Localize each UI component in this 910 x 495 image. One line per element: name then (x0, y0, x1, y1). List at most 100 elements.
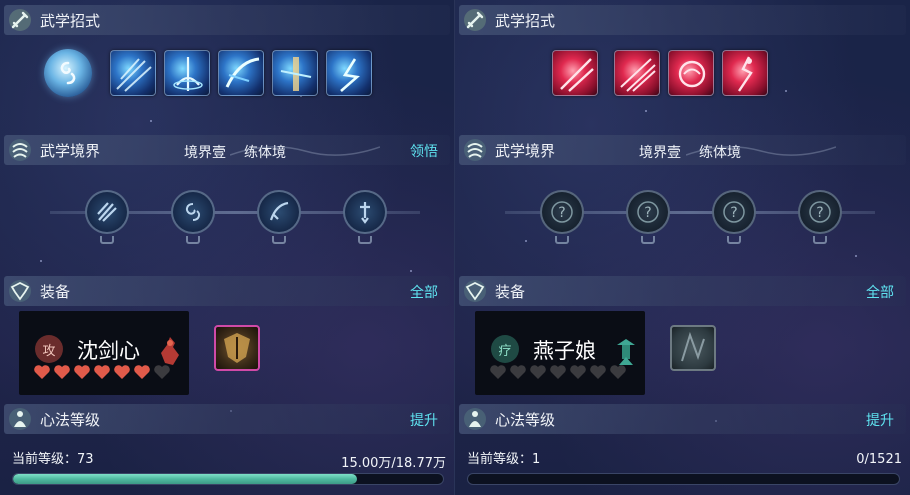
skill-1-icon[interactable] (110, 50, 156, 96)
heart-icon (54, 365, 70, 379)
heart-icon (74, 365, 90, 379)
empty-item-slot[interactable] (670, 325, 716, 371)
svg-text:?: ? (816, 205, 823, 221)
skill-4-icon[interactable] (722, 50, 768, 96)
skills-section-header: 武学招式 (4, 5, 450, 35)
method-section-header: 心法等级 提升 (459, 404, 906, 434)
level-progress-text: 15.00万/18.77万 (341, 456, 446, 471)
skill-2-icon[interactable] (164, 50, 210, 96)
comprehend-button[interactable]: 领悟 (410, 141, 438, 161)
heart-empty-icon (490, 365, 506, 379)
current-level: 当前等级：1 (467, 452, 541, 467)
blade-icon (269, 201, 289, 221)
medal-icon[interactable] (44, 49, 92, 97)
realm-section-header: 武学境界 境界壹 练体境 (459, 135, 906, 165)
current-level: 当前等级：73 (12, 452, 94, 467)
svg-text:?: ? (730, 205, 737, 221)
skills-section-header: 武学招式 (459, 5, 906, 35)
swirl-icon (185, 203, 201, 221)
equipped-item-slot[interactable] (214, 325, 260, 371)
heart-empty-icon (154, 365, 170, 379)
skill-4-icon[interactable] (272, 50, 318, 96)
skill-list (552, 50, 768, 96)
healer-figure-icon (617, 339, 635, 365)
armor-icon (461, 277, 489, 305)
equip-section-header: 装备 全部 (459, 276, 906, 306)
realm-node-2[interactable] (171, 190, 215, 234)
right-character-panel: 武学招式 武学境界 境界壹 练体境 ? ? ? ? 装备 全部 疗 燕子娘 心法… (455, 0, 910, 495)
realm-node-1[interactable]: ? (540, 190, 584, 234)
armor-icon (6, 277, 34, 305)
equip-title: 装备 (40, 282, 71, 301)
realm-node-1[interactable] (85, 190, 129, 234)
character-name: 燕子娘 (533, 339, 596, 363)
heart-empty-icon (610, 365, 626, 379)
heart-empty-icon (510, 365, 526, 379)
sword-icon (461, 6, 489, 34)
heart-rating (33, 364, 171, 380)
cloud-swirl-icon (461, 136, 489, 164)
method-title: 心法等级 (40, 410, 101, 429)
realm-node-2[interactable]: ? (626, 190, 670, 234)
heal-badge: 疗 (491, 335, 519, 363)
realm-node-3[interactable] (257, 190, 301, 234)
heart-empty-icon (550, 365, 566, 379)
upgrade-button[interactable]: 提升 (410, 410, 438, 430)
realm-title: 武学境界 (495, 141, 556, 160)
question-swirl-icon: ? (723, 201, 745, 223)
cloud-swirl-icon (6, 136, 34, 164)
skills-title: 武学招式 (40, 11, 101, 30)
heart-icon (114, 365, 130, 379)
attack-badge: 攻 (35, 335, 63, 363)
realm-node-track: ? ? ? ? (505, 190, 875, 250)
svg-text:?: ? (644, 205, 651, 221)
realm-node-track (50, 190, 420, 250)
claw-icon (97, 202, 117, 222)
equip-all-button[interactable]: 全部 (866, 282, 894, 302)
cloud-ornament-icon (686, 146, 836, 156)
equip-title: 装备 (495, 282, 526, 301)
realm-node-4[interactable] (343, 190, 387, 234)
heart-empty-icon (570, 365, 586, 379)
level-progress-bar (467, 473, 900, 485)
fabric-item-icon (681, 331, 705, 362)
realm-node-3[interactable]: ? (712, 190, 756, 234)
character-card[interactable]: 攻 沈剑心 (19, 311, 189, 395)
skill-2-icon[interactable] (614, 50, 660, 96)
skill-5-icon[interactable] (326, 50, 372, 96)
level-progress-text: 0/1521 (856, 452, 902, 467)
realm-level: 境界壹 (184, 145, 226, 161)
question-swirl-icon: ? (809, 201, 831, 223)
skill-3-icon[interactable] (668, 50, 714, 96)
heart-icon (94, 365, 110, 379)
realm-node-4[interactable]: ? (798, 190, 842, 234)
skill-3-icon[interactable] (218, 50, 264, 96)
sword-icon (6, 6, 34, 34)
method-section-header: 心法等级 提升 (4, 404, 450, 434)
heart-rating (489, 364, 627, 380)
heart-icon (34, 365, 50, 379)
monk-icon (6, 405, 34, 433)
method-title: 心法等级 (495, 410, 556, 429)
realm-level: 境界壹 (639, 145, 681, 161)
realm-title: 武学境界 (40, 141, 101, 160)
dagger-icon (360, 202, 370, 224)
cloud-ornament-icon (230, 146, 380, 156)
left-character-panel: 武学招式 武学境界 境界壹 练体境 领悟 装备 全部 攻 沈剑心 心法等级 提升… (0, 0, 455, 495)
heart-empty-icon (590, 365, 606, 379)
skills-title: 武学招式 (495, 11, 556, 30)
equip-all-button[interactable]: 全部 (410, 282, 438, 302)
level-progress-bar (12, 473, 444, 485)
question-swirl-icon: ? (637, 201, 659, 223)
skill-1-icon[interactable] (552, 50, 598, 96)
question-swirl-icon: ? (551, 201, 573, 223)
character-name: 沈剑心 (77, 339, 140, 363)
heart-icon (134, 365, 150, 379)
equip-section-header: 装备 全部 (4, 276, 450, 306)
warrior-figure-icon (161, 337, 179, 365)
upgrade-button[interactable]: 提升 (866, 410, 894, 430)
heart-empty-icon (530, 365, 546, 379)
skill-list (44, 49, 372, 97)
character-card[interactable]: 疗 燕子娘 (475, 311, 645, 395)
level-progress-fill (13, 474, 357, 484)
